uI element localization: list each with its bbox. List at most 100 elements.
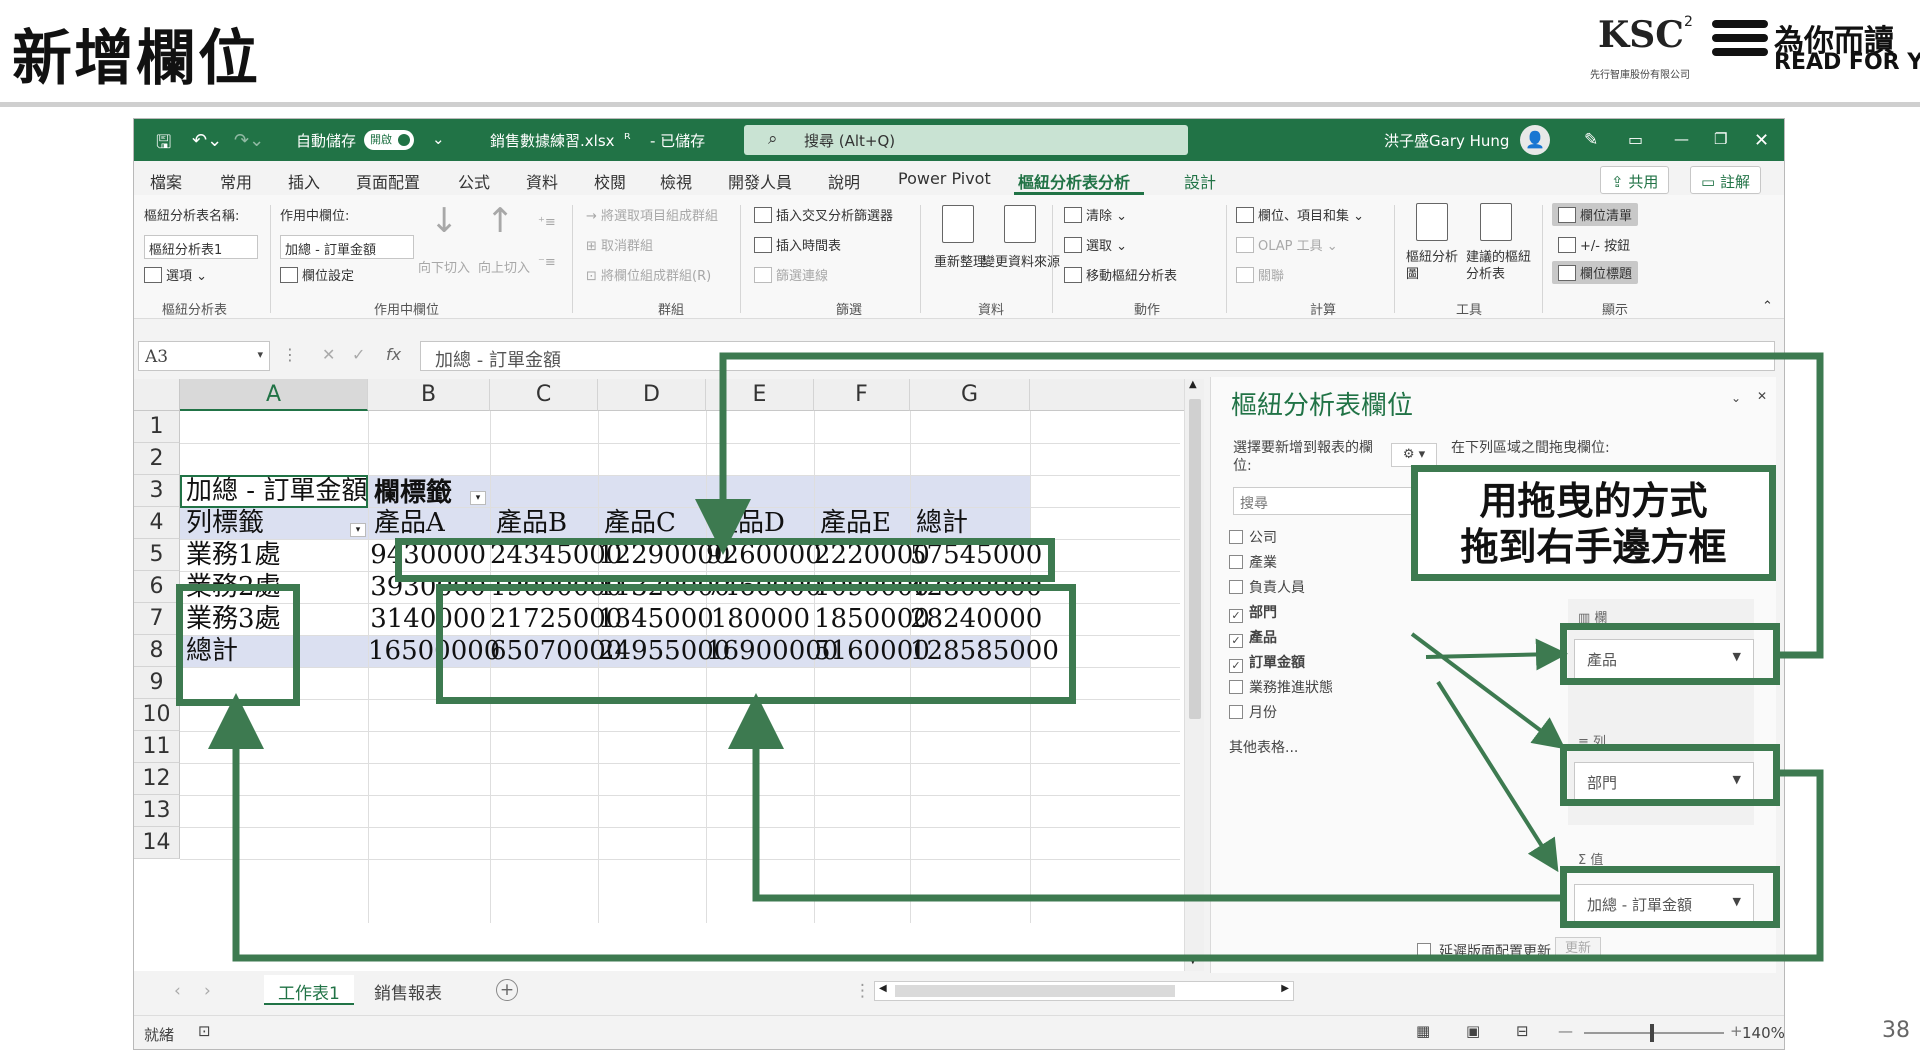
field-checkbox[interactable] [1229, 680, 1243, 694]
pivot-name-input[interactable]: 樞紐分析表1 [144, 235, 258, 259]
field-checkbox[interactable] [1229, 555, 1243, 569]
tab-insert[interactable]: 插入 [288, 169, 320, 193]
move-pivot-button[interactable]: 移動樞紐分析表 [1064, 265, 1177, 284]
sheet-tab-sales-report[interactable]: 銷售報表 [360, 975, 456, 1005]
recommended-pivot-icon[interactable] [1480, 203, 1512, 241]
share-button[interactable]: ⇪ 共用 [1600, 166, 1670, 194]
insert-slicer-button[interactable]: 插入交叉分析篩選器 [754, 205, 893, 224]
scroll-up-icon[interactable]: ▲ [1189, 379, 1197, 390]
product-header-b[interactable]: 產品B [496, 507, 567, 539]
field-item-company[interactable]: 公司 [1229, 527, 1277, 547]
column-header-b[interactable]: B [368, 379, 490, 411]
change-source-icon[interactable] [1004, 205, 1036, 243]
row-header-5[interactable]: 5 [134, 539, 180, 571]
row-header-8[interactable]: 8 [134, 635, 180, 667]
drill-down-icon[interactable]: ↓ [430, 201, 459, 241]
row-header-4[interactable]: 4 [134, 507, 180, 539]
field-headers-button[interactable]: 欄位標題 [1552, 261, 1639, 284]
field-item-department[interactable]: ✓ 部門 [1229, 602, 1277, 623]
field-item-product[interactable]: ✓ 產品 [1229, 627, 1277, 648]
ribbon-display-icon[interactable]: ▭ [1628, 130, 1643, 149]
tab-pivottable-analyze[interactable]: 樞紐分析表分析 [1018, 169, 1130, 193]
fields-items-sets-button[interactable]: 欄位、項目和集 ⌄ [1236, 205, 1364, 224]
pane-close-icon[interactable]: ✕ [1757, 389, 1767, 403]
save-icon[interactable]: 🖫 [156, 130, 171, 160]
scroll-down-icon[interactable]: ▼ [1189, 955, 1197, 966]
vertical-scrollbar[interactable]: ▲ ▼ [1184, 379, 1204, 971]
product-header-a[interactable]: 產品A [374, 507, 445, 539]
column-header-f[interactable]: F [814, 379, 910, 411]
group-field-button[interactable]: ⊡ 將欄位組成群組(R) [586, 265, 711, 284]
column-header-e[interactable]: E [706, 379, 814, 411]
zoom-level[interactable]: 140% [1742, 1024, 1784, 1042]
row-labels-filter-icon[interactable]: ▾ [350, 523, 366, 537]
select-button[interactable]: 選取 ⌄ [1064, 235, 1127, 254]
tab-page-layout[interactable]: 頁面配置 [356, 169, 420, 193]
drill-up-icon[interactable]: ↑ [486, 201, 515, 241]
row-header-11[interactable]: 11 [134, 731, 180, 763]
autosave-toggle[interactable]: 開啟 [364, 130, 414, 150]
row-header-3[interactable]: 3 [134, 475, 180, 507]
column-labels-cell[interactable]: 欄標籤 [374, 477, 452, 509]
column-header-a[interactable]: A [180, 379, 368, 411]
page-layout-view-icon[interactable]: ▣ [1466, 1022, 1480, 1040]
field-search-input[interactable]: 搜尋 [1233, 487, 1439, 515]
scroll-thumb[interactable] [1189, 399, 1201, 719]
scroll-left-icon[interactable]: ◀ [879, 983, 887, 994]
tab-file[interactable]: 檔案 [150, 169, 182, 193]
tab-review[interactable]: 校閱 [594, 169, 626, 193]
customize-qat-icon[interactable]: ⌄ [432, 130, 445, 148]
refresh-icon[interactable] [942, 205, 974, 243]
formula-input[interactable]: 加總 - 訂單金額 [420, 341, 1775, 371]
name-box-dropdown-icon[interactable]: ▾ [257, 348, 263, 361]
field-item-progress-status[interactable]: 業務推進狀態 [1229, 677, 1333, 697]
field-item-month[interactable]: 月份 [1229, 702, 1277, 722]
redo-icon[interactable]: ↷⌄ [234, 130, 264, 151]
pane-gear-icon[interactable]: ⚙ ▾ [1391, 443, 1437, 467]
row-header-14[interactable]: 14 [134, 827, 180, 859]
tab-split-handle[interactable]: ⋮ [854, 981, 871, 1001]
minimize-icon[interactable]: — [1674, 130, 1689, 148]
group-selection-button[interactable]: → 將選取項目組成群組 [586, 205, 718, 224]
tab-formulas[interactable]: 公式 [458, 169, 490, 193]
collapse-ribbon-icon[interactable]: ⌃ [1762, 299, 1773, 314]
restore-icon[interactable]: ❐ [1714, 130, 1727, 148]
search-box[interactable]: ⌕ 搜尋 (Alt+Q) [744, 125, 1188, 155]
row-header-6[interactable]: 6 [134, 571, 180, 603]
insert-function-icon[interactable]: fx [386, 345, 401, 364]
macro-record-icon[interactable]: ⊡ [198, 1022, 211, 1040]
scroll-right-icon[interactable]: ▶ [1281, 983, 1289, 994]
ungroup-button[interactable]: ⊞ 取消群組 [586, 235, 653, 254]
pen-icon[interactable]: ✎ [1584, 130, 1598, 150]
clear-button[interactable]: 清除 ⌄ [1064, 205, 1127, 224]
expand-field-icon[interactable]: ⁺≡ [538, 215, 556, 230]
pivot-chart-icon[interactable] [1416, 203, 1448, 241]
zoom-slider[interactable] [1584, 1032, 1724, 1034]
row-header-12[interactable]: 12 [134, 763, 180, 795]
row-header-10[interactable]: 10 [134, 699, 180, 731]
comments-button[interactable]: ▭ 註解 [1690, 166, 1761, 194]
horizontal-scrollbar[interactable]: ◀ ▶ [874, 981, 1294, 1001]
tab-help[interactable]: 說明 [828, 169, 860, 193]
more-tables-link[interactable]: 其他表格... [1229, 737, 1298, 757]
prev-sheet-icon[interactable]: ‹ [174, 981, 181, 1001]
plus-minus-buttons[interactable]: +/- 按鈕 [1558, 235, 1630, 254]
confirm-entry-icon[interactable]: ✓ [352, 345, 365, 364]
row-header-13[interactable]: 13 [134, 795, 180, 827]
collapse-field-icon[interactable]: ⁻≡ [538, 255, 556, 270]
product-header-c[interactable]: 產品C [604, 507, 676, 539]
field-item-owner[interactable]: 負責人員 [1229, 577, 1305, 597]
pane-options-icon[interactable]: ⌄ [1731, 391, 1741, 405]
field-checkbox[interactable] [1229, 705, 1243, 719]
row-labels-cell[interactable]: 列標籤 [186, 507, 264, 539]
normal-view-icon[interactable]: ▦ [1416, 1022, 1430, 1040]
pivot-value-label-cell[interactable]: 加總 - 訂單金額 [186, 475, 367, 507]
avatar[interactable]: 👤 [1520, 125, 1550, 155]
tab-design[interactable]: 設計 [1184, 169, 1216, 193]
select-all-corner[interactable] [134, 379, 180, 411]
tab-power-pivot[interactable]: Power Pivot [898, 169, 991, 188]
tab-home[interactable]: 常用 [220, 169, 252, 193]
row-label-dept1[interactable]: 業務1處 [186, 539, 281, 571]
zoom-out-icon[interactable]: — [1558, 1022, 1573, 1040]
grand-total-col-header[interactable]: 總計 [916, 507, 968, 539]
